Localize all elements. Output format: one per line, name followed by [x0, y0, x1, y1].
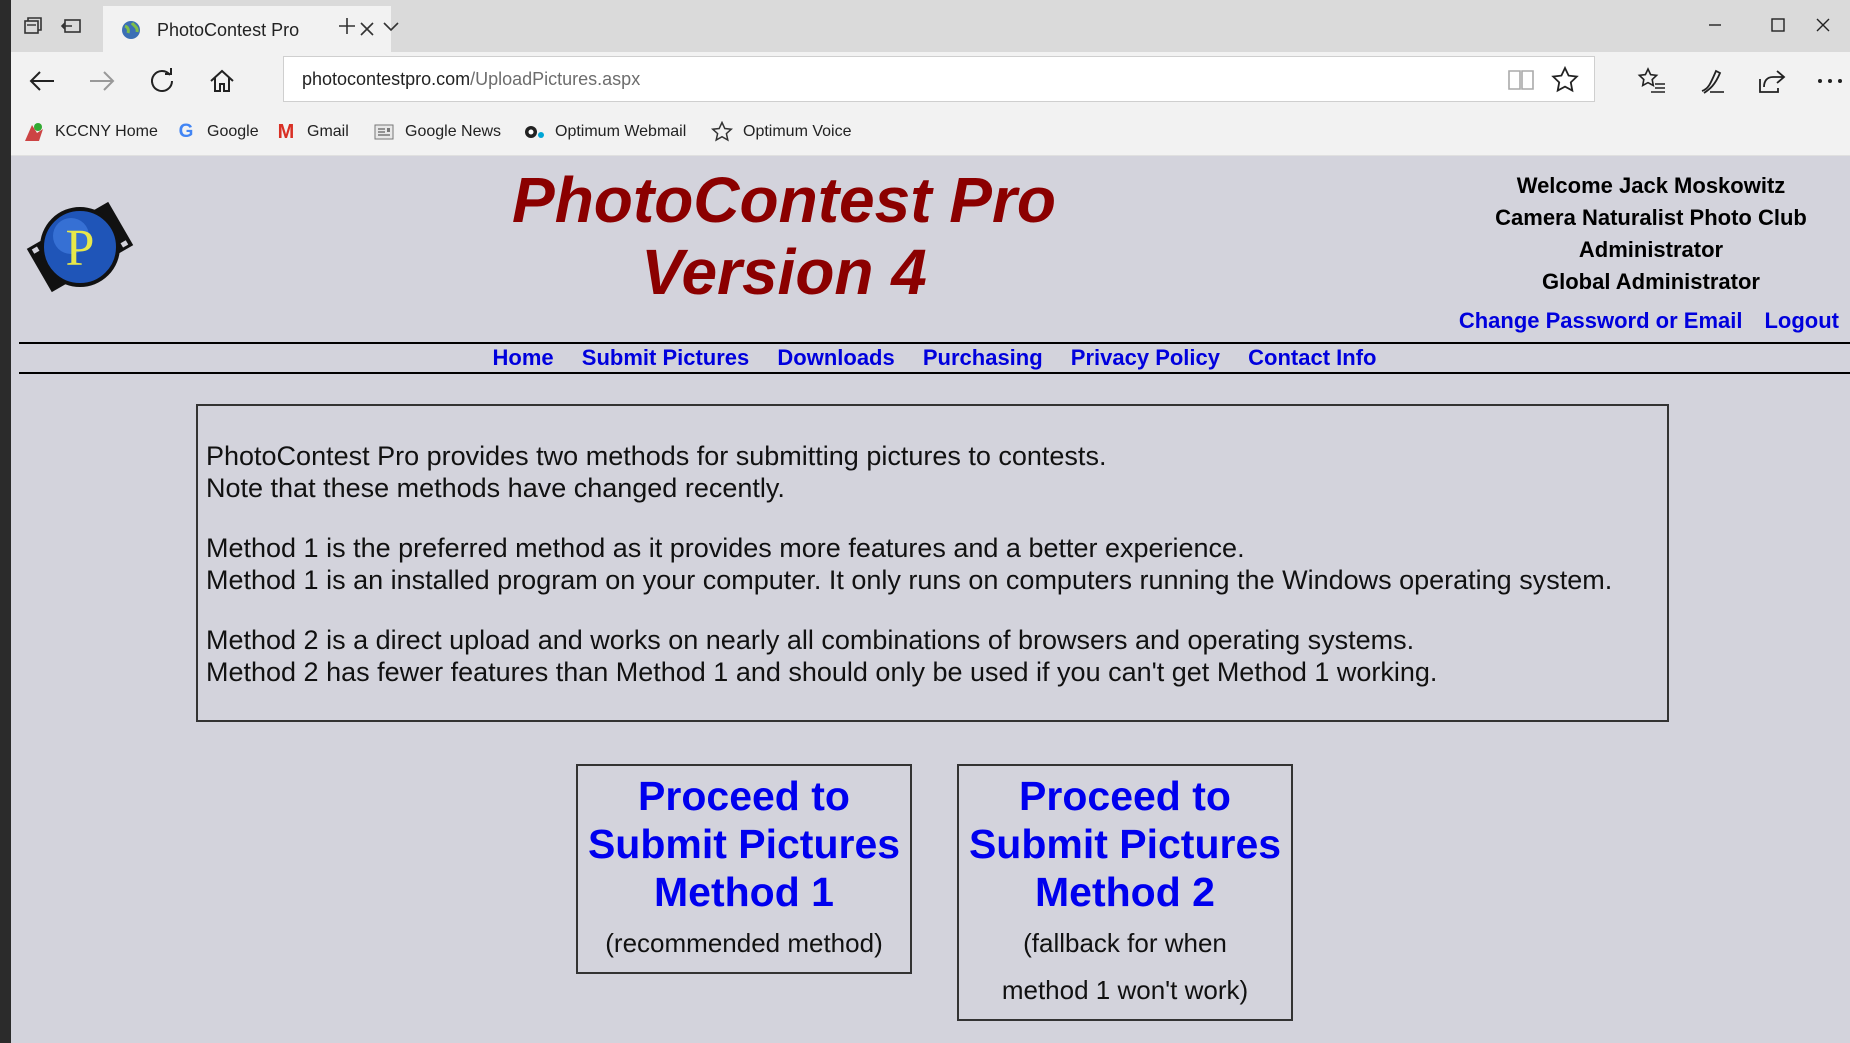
submit-method-2-link[interactable]: Proceed to Submit Pictures Method 2 — [959, 772, 1291, 916]
forward-arrow-icon[interactable] — [85, 64, 119, 98]
method-link-line: Method 1 — [654, 869, 834, 915]
maximize-icon[interactable] — [1758, 10, 1798, 40]
method-link-line: Proceed to — [638, 773, 850, 819]
notice-paragraph-1: PhotoContest Pro provides two methods fo… — [206, 440, 1659, 504]
kccny-favicon-icon — [23, 121, 45, 143]
site-title: PhotoContest Pro Version 4 — [399, 164, 1169, 308]
gmail-m-icon: M — [277, 120, 295, 143]
url-path: /UploadPictures.aspx — [470, 69, 641, 89]
favorite-gmail[interactable]: M Gmail — [275, 120, 349, 144]
favorite-kccny-home[interactable]: KCCNY Home — [23, 120, 158, 144]
url-domain: photocontestpro.com — [302, 69, 471, 89]
chevron-down-icon[interactable] — [377, 12, 405, 40]
favorite-google-news[interactable]: Google News — [373, 120, 501, 144]
back-arrow-icon[interactable] — [25, 64, 59, 98]
home-icon[interactable] — [205, 64, 239, 98]
svg-text:P: P — [66, 220, 95, 277]
minimize-icon[interactable] — [1695, 10, 1735, 40]
news-icon — [373, 121, 395, 143]
method-1-note: (recommended method) — [605, 928, 883, 958]
method-1-box: Proceed to Submit Pictures Method 1 (rec… — [576, 764, 912, 974]
welcome-text: Welcome Jack Moskowitz — [1516, 173, 1786, 198]
google-g-icon: G — [178, 121, 194, 142]
favorite-star-icon[interactable] — [1550, 65, 1580, 95]
main-menu: Home Submit Pictures Downloads Purchasin… — [19, 342, 1850, 374]
url-text[interactable]: photocontestpro.com/UploadPictures.aspx — [302, 69, 640, 90]
close-window-icon[interactable] — [1803, 10, 1843, 40]
method-2-note-line1: (fallback for when — [1023, 928, 1227, 958]
method-link-line: Submit Pictures — [968, 821, 1282, 867]
notice-text: Method 2 has fewer features than Method … — [206, 657, 1438, 687]
navigation-bar: photocontestpro.com/UploadPictures.aspx — [11, 52, 1850, 108]
notice-text: Method 1 is an installed program on your… — [206, 565, 1613, 595]
reading-view-icon[interactable] — [1506, 65, 1536, 95]
notice-paragraph-3: Method 2 is a direct upload and works on… — [206, 624, 1659, 688]
method-2-note-line2: method 1 won't work) — [1001, 975, 1249, 1005]
address-bar[interactable]: photocontestpro.com/UploadPictures.aspx — [283, 56, 1595, 102]
new-tab-icon[interactable] — [333, 12, 361, 40]
notice-text: Method 1 is the preferred method as it p… — [206, 533, 1245, 563]
optimum-icon — [523, 121, 545, 143]
method-2-box: Proceed to Submit Pictures Method 2 (fal… — [957, 764, 1293, 1021]
favorite-label: Google — [207, 123, 259, 140]
globe-favicon-icon — [122, 21, 140, 39]
menu-contact-info[interactable]: Contact Info — [1248, 345, 1376, 370]
tab-overview-icon[interactable] — [19, 12, 47, 40]
menu-submit-pictures[interactable]: Submit Pictures — [582, 345, 749, 370]
favorite-optimum-webmail[interactable]: Optimum Webmail — [523, 120, 686, 144]
share-icon[interactable] — [1755, 64, 1789, 98]
notice-text: PhotoContest Pro provides two methods fo… — [206, 441, 1107, 471]
method-2-note: (fallback for when method 1 won't work) — [959, 920, 1291, 1014]
favorite-label: Google News — [405, 123, 502, 140]
site-title-line1: PhotoContest Pro — [512, 164, 1056, 236]
club-name: Camera Naturalist Photo Club — [1495, 205, 1807, 230]
star-outline-icon — [711, 121, 733, 143]
menu-home[interactable]: Home — [493, 345, 554, 370]
user-links: Change Password or Email Logout — [1437, 308, 1839, 334]
user-info: Welcome Jack Moskowitz Camera Naturalist… — [1451, 170, 1850, 298]
menu-privacy-policy[interactable]: Privacy Policy — [1071, 345, 1220, 370]
favorite-label: Optimum Voice — [743, 123, 852, 140]
change-password-link[interactable]: Change Password or Email — [1459, 308, 1743, 333]
menu-purchasing[interactable]: Purchasing — [923, 345, 1043, 370]
favorites-list-icon[interactable] — [1635, 64, 1669, 98]
methods-notice: PhotoContest Pro provides two methods fo… — [196, 404, 1669, 722]
photocontest-logo: P — [26, 201, 134, 293]
favorite-label: Optimum Webmail — [555, 123, 687, 140]
favorites-bar: KCCNY Home G Google M Gmail Google News Op… — [11, 108, 1850, 156]
user-role: Administrator — [1578, 237, 1724, 262]
method-link-line: Proceed to — [1019, 773, 1231, 819]
menu-downloads[interactable]: Downloads — [777, 345, 894, 370]
pen-notes-icon[interactable] — [1695, 64, 1729, 98]
submit-method-1-link[interactable]: Proceed to Submit Pictures Method 1 — [578, 772, 910, 916]
favorite-label: KCCNY Home — [55, 123, 158, 140]
notice-text: Method 2 is a direct upload and works on… — [206, 625, 1415, 655]
tab-strip: PhotoContest Pro — [11, 0, 1850, 52]
more-options-icon[interactable] — [1813, 64, 1847, 98]
favorite-google[interactable]: G Google — [175, 120, 259, 144]
favorite-label: Gmail — [307, 123, 349, 140]
favorite-optimum-voice[interactable]: Optimum Voice — [711, 120, 851, 144]
method-link-line: Method 2 — [1035, 869, 1215, 915]
method-link-line: Submit Pictures — [587, 821, 901, 867]
page-content: P PhotoContest Pro Version 4 Welcome Jac… — [11, 156, 1850, 1043]
logout-link[interactable]: Logout — [1764, 308, 1839, 333]
notice-paragraph-2: Method 1 is the preferred method as it p… — [206, 532, 1659, 596]
site-title-line2: Version 4 — [641, 236, 927, 308]
notice-text: Note that these methods have changed rec… — [206, 473, 785, 503]
refresh-icon[interactable] — [145, 64, 179, 98]
user-role-global: Global Administrator — [1542, 269, 1760, 294]
set-tabs-aside-icon[interactable] — [57, 12, 85, 40]
browser-window: PhotoContest Pro photocontestpro.com/Upl… — [11, 0, 1850, 1043]
tab-title: PhotoContest Pro — [157, 20, 300, 40]
